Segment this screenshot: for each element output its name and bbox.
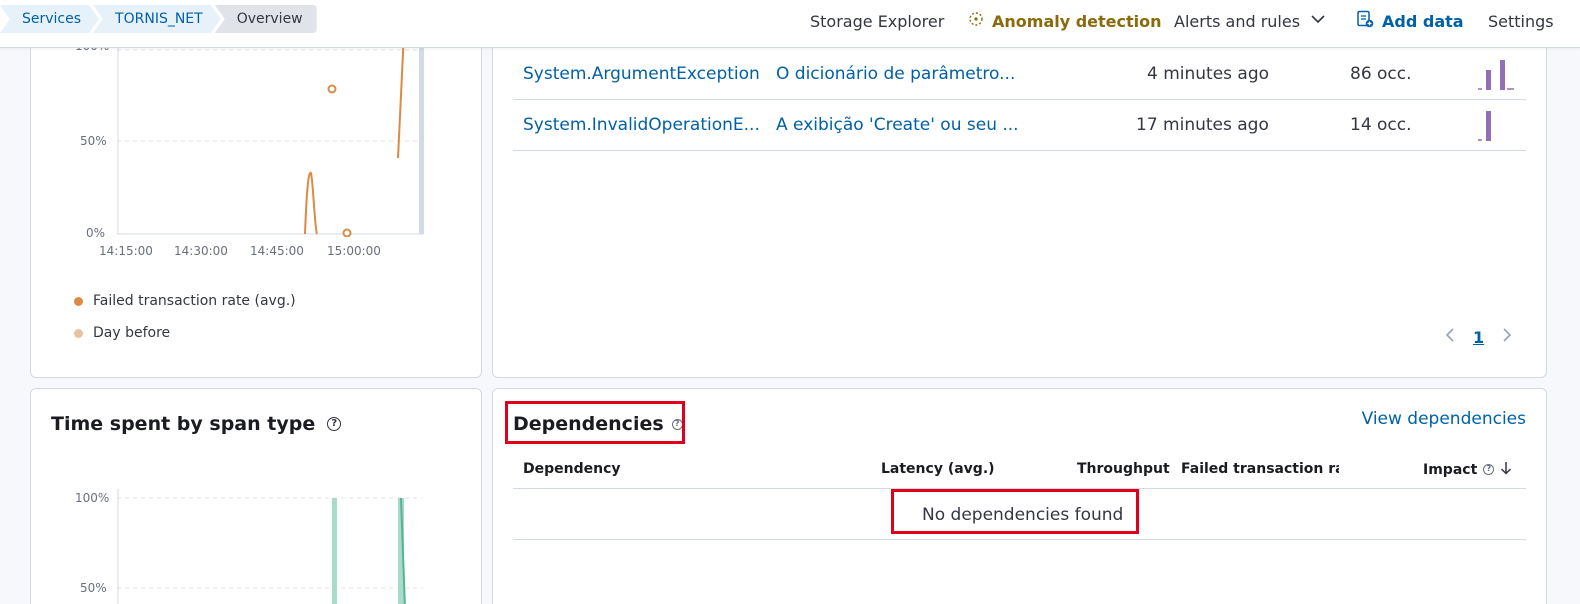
legend-item-failed-rate[interactable]: Failed transaction rate (avg.) xyxy=(74,293,296,309)
x-tick-1415: 14:15:00 xyxy=(99,244,153,258)
y-tick-0: 0% xyxy=(86,226,106,240)
breadcrumb-services[interactable]: Services xyxy=(0,5,99,33)
error-occurrences: 14 occ. xyxy=(1350,115,1412,135)
y-tick-50: 50% xyxy=(80,134,107,148)
x-tick-1500: 15:00:00 xyxy=(327,244,381,258)
table-row: System.InvalidOperationE... A exibição '… xyxy=(513,100,1526,151)
sort-descending-icon xyxy=(1500,460,1512,479)
x-tick-1430: 14:30:00 xyxy=(174,244,228,258)
add-data-icon xyxy=(1356,10,1374,32)
error-message-link[interactable]: O dicionário de parâmetro... xyxy=(776,64,1015,84)
column-header-impact: Impact xyxy=(1423,461,1478,478)
span-type-header: Time spent by span type ? xyxy=(51,413,342,435)
page-number-link[interactable]: 1 xyxy=(1473,328,1484,347)
chevron-right-icon[interactable] xyxy=(1502,327,1512,347)
span-type-title: Time spent by span type xyxy=(51,413,316,435)
top-header: Services TORNIS_NET Overview Storage Exp… xyxy=(0,0,1580,48)
y-tick-50: 50% xyxy=(80,581,107,595)
breadcrumb-overview: Overview xyxy=(214,5,317,33)
x-tick-1445: 14:45:00 xyxy=(250,244,304,258)
highlight-box-title xyxy=(505,401,685,444)
legend-dot xyxy=(74,296,83,306)
help-icon[interactable]: ? xyxy=(327,417,342,431)
chevron-down-icon xyxy=(1310,11,1326,31)
anomaly-detection-label: Anomaly detection xyxy=(992,11,1162,31)
legend-label: Day before xyxy=(93,325,171,341)
alerts-and-rules-menu[interactable]: Alerts and rules xyxy=(1174,0,1326,42)
legend-item-day-before[interactable]: Day before xyxy=(74,325,170,341)
errors-panel: System.ArgumentException O dicionário de… xyxy=(492,30,1547,378)
anomaly-icon xyxy=(968,11,984,31)
dependencies-panel: Dependencies ? View dependencies Depende… xyxy=(492,388,1547,604)
column-header-throughput[interactable]: Throughput xyxy=(1077,461,1170,477)
column-header-impact-group[interactable]: Impact ? xyxy=(1423,460,1512,479)
error-message-link[interactable]: A exibição 'Create' ou seu ... xyxy=(776,115,1019,135)
legend-dot xyxy=(74,328,83,338)
table-row: System.ArgumentException O dicionário de… xyxy=(513,49,1526,100)
add-data-label: Add data xyxy=(1382,11,1464,31)
highlight-box-empty xyxy=(891,489,1139,534)
error-name-link[interactable]: System.InvalidOperationE... xyxy=(523,115,760,135)
error-last-seen: 17 minutes ago xyxy=(1136,115,1269,135)
legend-label: Failed transaction rate (avg.) xyxy=(93,293,296,309)
column-header-failed-rate[interactable]: Failed transaction rate xyxy=(1181,461,1339,477)
help-icon[interactable]: ? xyxy=(1483,464,1495,475)
table-divider xyxy=(513,539,1526,540)
y-tick-100: 100% xyxy=(75,491,110,505)
failed-rate-chart xyxy=(117,31,424,237)
occurrence-sparkline xyxy=(1478,60,1514,90)
add-data-link[interactable]: Add data xyxy=(1356,0,1464,42)
error-last-seen: 4 minutes ago xyxy=(1147,64,1270,84)
column-header-dependency[interactable]: Dependency xyxy=(523,461,621,477)
error-name-link[interactable]: System.ArgumentException xyxy=(523,64,760,84)
chevron-left-icon[interactable] xyxy=(1445,327,1455,347)
pagination: 1 xyxy=(1445,327,1512,347)
span-type-chart xyxy=(117,489,423,604)
alerts-and-rules-label: Alerts and rules xyxy=(1174,11,1301,31)
breadcrumb: Services TORNIS_NET Overview xyxy=(0,5,317,33)
settings-link[interactable]: Settings xyxy=(1488,0,1554,42)
anomaly-detection-link[interactable]: Anomaly detection xyxy=(968,0,1162,42)
storage-explorer-link[interactable]: Storage Explorer xyxy=(810,0,944,42)
span-type-panel: Time spent by span type ? 100% 50% xyxy=(30,388,482,604)
storage-explorer-label: Storage Explorer xyxy=(810,11,945,31)
failed-transaction-rate-panel: 100% 50% 0% 14:15:00 14:30:00 14:45:00 1… xyxy=(30,30,482,378)
column-header-latency[interactable]: Latency (avg.) xyxy=(881,461,995,477)
error-occurrences: 86 occ. xyxy=(1350,64,1412,84)
settings-label: Settings xyxy=(1488,11,1554,31)
breadcrumb-service-name[interactable]: TORNIS_NET xyxy=(93,5,221,33)
occurrence-sparkline xyxy=(1478,111,1491,141)
view-dependencies-link[interactable]: View dependencies xyxy=(1362,409,1526,429)
